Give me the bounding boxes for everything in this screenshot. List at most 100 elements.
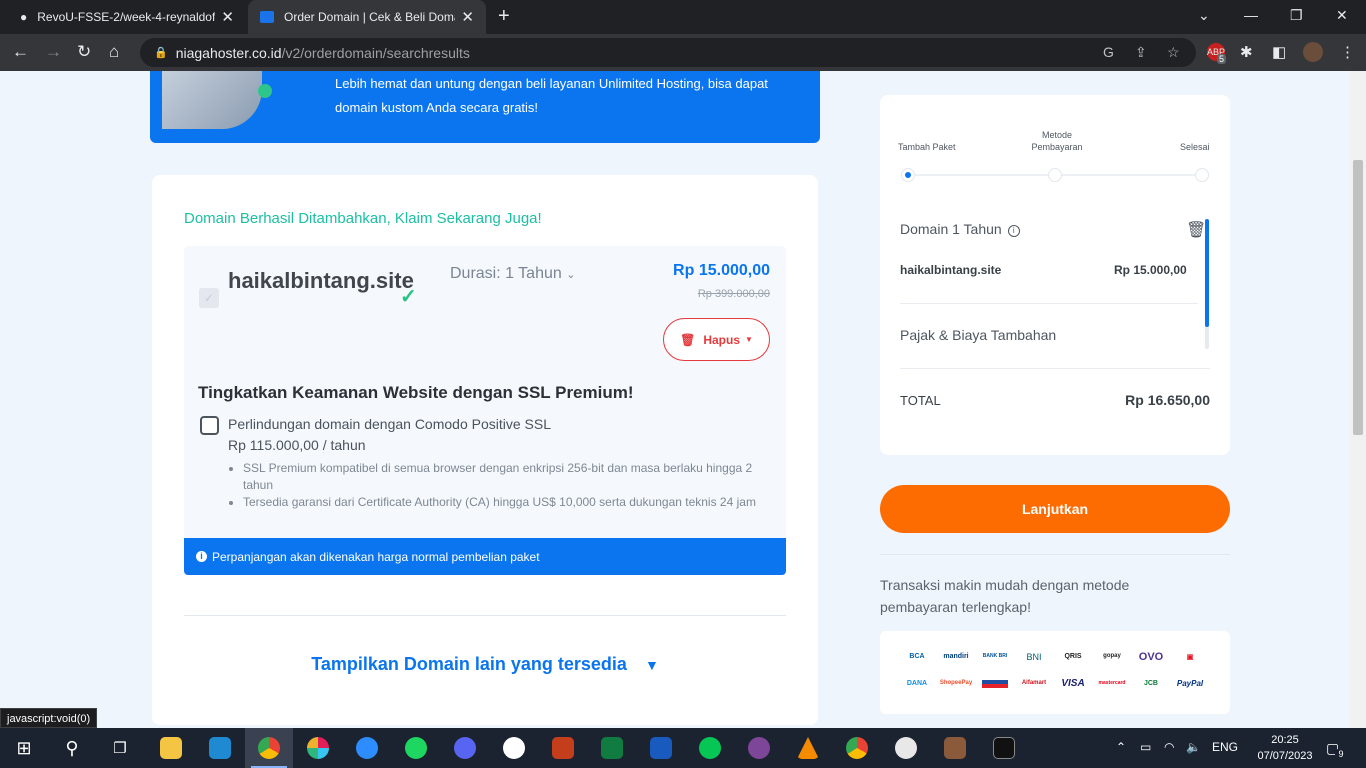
language-indicator[interactable]: ENG <box>1212 740 1238 754</box>
trash-icon: 🗑 <box>680 332 696 347</box>
chevron-down-icon[interactable]: ⌄ <box>1198 7 1210 24</box>
clock[interactable]: 20:25 07/07/2023 <box>1253 732 1317 764</box>
total-value: Rp 16.650,00 <box>1125 392 1210 408</box>
list-item: SSL Premium kompatibel di semua browser … <box>243 460 768 494</box>
vscode-icon[interactable] <box>196 728 244 768</box>
show-more-label: Tampilkan Domain lain yang tersedia <box>311 654 627 674</box>
game-icon[interactable] <box>931 728 979 768</box>
step-dot <box>1048 168 1062 182</box>
summary-domain-name: haikalbintang.site <box>900 263 1002 277</box>
show-more-domains-link[interactable]: Tampilkan Domain lain yang tersedia ▼ <box>152 654 818 675</box>
summary-scroll-thumb[interactable] <box>1205 219 1209 327</box>
ext-badge: 5 <box>1217 54 1227 64</box>
menu-icon[interactable]: ⋮ <box>1340 43 1355 61</box>
new-tab-button[interactable]: + <box>498 5 510 28</box>
forward-icon[interactable]: → <box>45 42 62 62</box>
powerpoint-icon[interactable] <box>539 728 587 768</box>
bca-logo: BCA <box>909 653 925 660</box>
chrome-icon[interactable] <box>833 728 881 768</box>
total-label: TOTAL <box>900 393 941 408</box>
duration-select[interactable]: Durasi: 1 Tahun ⌄ <box>450 265 575 283</box>
battery-icon[interactable]: ▭ <box>1140 740 1151 754</box>
chrome-icon[interactable] <box>245 728 293 768</box>
tab-title: Order Domain | Cek & Beli Doma <box>284 10 456 24</box>
search-icon[interactable]: ⚲ <box>48 728 96 768</box>
ssl-checkbox[interactable] <box>200 416 219 435</box>
close-icon[interactable]: ✕ <box>221 8 234 26</box>
page-scroll-thumb[interactable] <box>1353 160 1363 435</box>
alfamart-logo: Alfamart <box>1021 680 1047 686</box>
domain-item: ✓ haikalbintang.site ✓ Durasi: 1 Tahun ⌄… <box>184 246 786 575</box>
delete-button[interactable]: 🗑 Hapus ▼ <box>663 318 770 361</box>
success-message: Domain Berhasil Ditambahkan, Klaim Sekar… <box>184 210 542 227</box>
word-icon[interactable] <box>637 728 685 768</box>
line-icon[interactable] <box>686 728 734 768</box>
divider <box>900 303 1198 304</box>
jcb-logo: JCB <box>1143 680 1158 687</box>
excel-icon[interactable] <box>588 728 636 768</box>
summary-domain-price: Rp 15.000,00 <box>1114 263 1187 277</box>
url-host: niagahoster.co.id <box>175 44 282 61</box>
minimize-button[interactable]: — <box>1244 7 1258 23</box>
spotify-icon[interactable] <box>392 728 440 768</box>
continue-button[interactable]: Lanjutkan <box>880 485 1230 533</box>
domain-checkbox[interactable]: ✓ <box>199 288 219 308</box>
reload-icon[interactable]: ↻ <box>77 42 91 62</box>
close-window-button[interactable]: ✕ <box>1336 7 1348 24</box>
tor-icon[interactable] <box>735 728 783 768</box>
wifi-icon[interactable]: ◠ <box>1164 740 1174 754</box>
tab-github[interactable]: ● RevoU-FSSE-2/week-4-reynaldof ✕ <box>8 0 246 34</box>
app-icon[interactable] <box>882 728 930 768</box>
url-path: /v2/orderdomain/searchresults <box>281 44 470 61</box>
back-icon[interactable]: ← <box>12 42 29 62</box>
shopeepay-logo: ShopeePay <box>939 680 973 686</box>
discord-icon[interactable] <box>441 728 489 768</box>
close-icon[interactable]: ✕ <box>461 8 474 26</box>
star-icon[interactable]: ☆ <box>1167 44 1180 61</box>
step-dot <box>901 168 915 182</box>
zoom-icon[interactable] <box>343 728 391 768</box>
price-current: Rp 15.000,00 <box>673 262 770 279</box>
divider <box>880 554 1230 555</box>
info-icon[interactable]: i <box>1007 225 1020 237</box>
qris-logo: QRIS <box>1064 653 1082 660</box>
chevron-up-icon[interactable]: ⌃ <box>1116 740 1126 754</box>
share-icon[interactable]: ⇪ <box>1135 44 1147 61</box>
home-icon[interactable]: ⌂ <box>109 42 119 62</box>
sidepanel-icon[interactable]: ◧ <box>1272 43 1286 61</box>
trash-icon[interactable]: 🗑 <box>1186 220 1206 240</box>
ssl-title: Tingkatkan Keamanan Website dengan SSL P… <box>198 383 634 402</box>
delete-label: Hapus <box>703 332 740 347</box>
vlc-icon[interactable] <box>784 728 832 768</box>
time: 20:25 <box>1271 734 1299 746</box>
price-original: Rp 399.000,00 <box>697 288 770 300</box>
tab-niagahoster[interactable]: Order Domain | Cek & Beli Doma ✕ <box>248 0 486 34</box>
avatar[interactable] <box>1303 42 1323 62</box>
restore-button[interactable]: ❐ <box>1290 7 1303 24</box>
lock-icon: 🔒 <box>154 47 168 59</box>
duration-label: Durasi: 1 Tahun <box>450 265 562 282</box>
slack-icon[interactable] <box>294 728 342 768</box>
banner-text: Lebih hemat dan untung dengan beli layan… <box>335 76 768 115</box>
puzzle-icon[interactable]: ✱ <box>1240 43 1253 61</box>
status-bar: javascript:void(0) <box>0 708 98 728</box>
url-bar[interactable]: 🔒 niagahoster.co.id /v2/orderdomain/sear… <box>140 38 1196 67</box>
start-icon[interactable]: ⊞ <box>0 728 48 768</box>
domain-card: Domain Berhasil Ditambahkan, Klaim Sekar… <box>152 175 818 725</box>
visa-logo: VISA <box>1061 678 1085 689</box>
whatsapp-icon[interactable] <box>490 728 538 768</box>
page-viewport: Lebih hemat dan untung dengan beli layan… <box>0 71 1366 728</box>
terminal-icon[interactable] <box>980 728 1028 768</box>
ssl-feature-list: SSL Premium kompatibel di semua browser … <box>243 460 768 511</box>
bank-logo: ▣ <box>1186 654 1194 661</box>
github-icon: ● <box>20 10 28 24</box>
info-icon: i <box>196 551 207 562</box>
google-icon[interactable]: G <box>1103 44 1114 60</box>
volume-icon[interactable]: 🔈 <box>1186 740 1201 754</box>
task-view-icon[interactable]: ❐ <box>96 728 144 768</box>
address-bar-row: ← → ↻ ⌂ 🔒 niagahoster.co.id /v2/orderdom… <box>0 34 1366 71</box>
chevron-down-icon: ⌄ <box>566 269 576 281</box>
date: 07/07/2023 <box>1257 750 1313 762</box>
windows-taskbar: ⊞ ⚲ ❐ ⌃ ▭ ◠ 🔈 ENG 20:25 07/07/2023 ▢ 9 <box>0 728 1366 768</box>
file-explorer-icon[interactable] <box>147 728 195 768</box>
